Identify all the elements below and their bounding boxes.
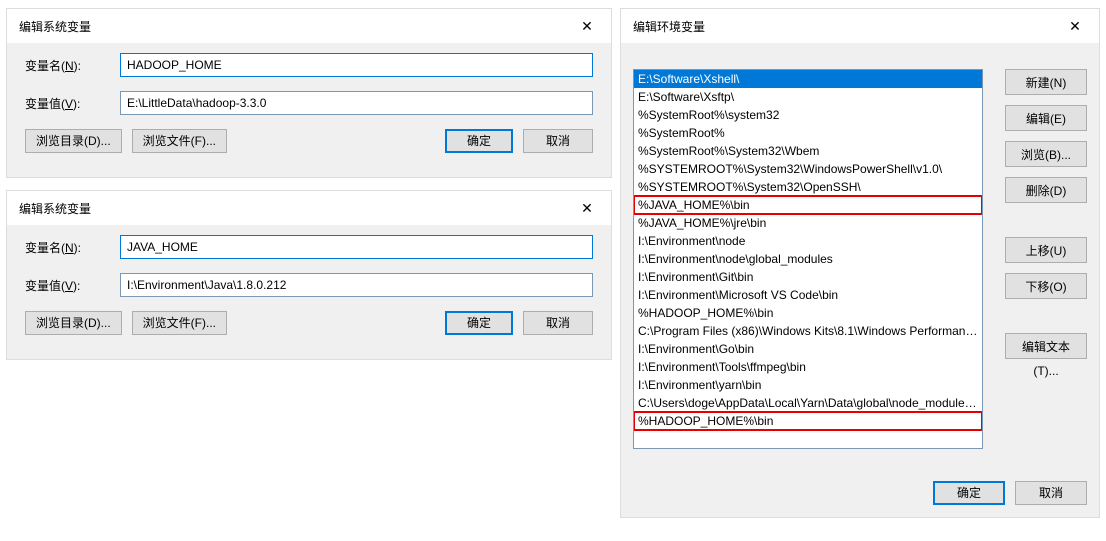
- cancel-button[interactable]: 取消: [523, 311, 593, 335]
- list-item[interactable]: %JAVA_HOME%\jre\bin: [634, 214, 982, 232]
- list-item[interactable]: I:\Environment\Go\bin: [634, 340, 982, 358]
- list-item[interactable]: I:\Environment\Git\bin: [634, 268, 982, 286]
- edit-envvar-dialog: 编辑环境变量 ✕ E:\Software\Xshell\E:\Software\…: [620, 8, 1100, 518]
- close-icon[interactable]: ✕: [571, 15, 603, 37]
- list-item[interactable]: C:\Users\doge\AppData\Local\Yarn\Data\gl…: [634, 394, 982, 412]
- var-value-input[interactable]: [120, 273, 593, 297]
- list-item[interactable]: I:\Environment\node\global_modules: [634, 250, 982, 268]
- edit-button[interactable]: 编辑(E): [1005, 105, 1087, 131]
- browse-file-button[interactable]: 浏览文件(F)...: [132, 129, 227, 153]
- dialog-title: 编辑环境变量: [633, 18, 705, 35]
- titlebar: 编辑系统变量 ✕: [7, 9, 611, 43]
- titlebar: 编辑环境变量 ✕: [621, 9, 1099, 43]
- browse-file-button[interactable]: 浏览文件(F)...: [132, 311, 227, 335]
- var-value-label: 变量值(V):: [25, 95, 120, 112]
- var-name-label: 变量名(N):: [25, 239, 120, 256]
- var-name-label: 变量名(N):: [25, 57, 120, 74]
- list-item[interactable]: I:\Environment\yarn\bin: [634, 376, 982, 394]
- delete-button[interactable]: 删除(D): [1005, 177, 1087, 203]
- dialog-title: 编辑系统变量: [19, 200, 91, 217]
- cancel-button[interactable]: 取消: [523, 129, 593, 153]
- list-item[interactable]: I:\Environment\node: [634, 232, 982, 250]
- movedown-button[interactable]: 下移(O): [1005, 273, 1087, 299]
- close-icon[interactable]: ✕: [571, 197, 603, 219]
- new-button[interactable]: 新建(N): [1005, 69, 1087, 95]
- list-item[interactable]: E:\Software\Xsftp\: [634, 88, 982, 106]
- close-icon[interactable]: ✕: [1059, 15, 1091, 37]
- var-value-label: 变量值(V):: [25, 277, 120, 294]
- moveup-button[interactable]: 上移(U): [1005, 237, 1087, 263]
- edit-sysvar-dialog-2: 编辑系统变量 ✕ 变量名(N): 变量值(V): 浏览目录(D)... 浏览文件…: [6, 190, 612, 360]
- ok-button[interactable]: 确定: [933, 481, 1005, 505]
- dialog-title: 编辑系统变量: [19, 18, 91, 35]
- list-item[interactable]: %JAVA_HOME%\bin: [634, 196, 982, 214]
- list-item[interactable]: %SystemRoot%\system32: [634, 106, 982, 124]
- side-buttons: 新建(N) 编辑(E) 浏览(B)... 删除(D) 上移(U) 下移(O) 编…: [1005, 69, 1087, 369]
- ok-button[interactable]: 确定: [445, 129, 513, 153]
- list-item[interactable]: I:\Environment\Tools\ffmpeg\bin: [634, 358, 982, 376]
- titlebar: 编辑系统变量 ✕: [7, 191, 611, 225]
- edit-sysvar-dialog-1: 编辑系统变量 ✕ 变量名(N): 变量值(V): 浏览目录(D)... 浏览文件…: [6, 8, 612, 178]
- list-item[interactable]: %SYSTEMROOT%\System32\OpenSSH\: [634, 178, 982, 196]
- path-listbox[interactable]: E:\Software\Xshell\E:\Software\Xsftp\%Sy…: [633, 69, 983, 449]
- list-item[interactable]: C:\Program Files (x86)\Windows Kits\8.1\…: [634, 322, 982, 340]
- browse-dir-button[interactable]: 浏览目录(D)...: [25, 129, 122, 153]
- var-name-input[interactable]: [120, 235, 593, 259]
- list-item[interactable]: %HADOOP_HOME%\bin: [634, 304, 982, 322]
- browse-dir-button[interactable]: 浏览目录(D)...: [25, 311, 122, 335]
- list-item[interactable]: E:\Software\Xshell\: [634, 70, 982, 88]
- browse-button[interactable]: 浏览(B)...: [1005, 141, 1087, 167]
- list-item[interactable]: %SystemRoot%: [634, 124, 982, 142]
- cancel-button[interactable]: 取消: [1015, 481, 1087, 505]
- var-value-input[interactable]: [120, 91, 593, 115]
- list-item[interactable]: I:\Environment\Microsoft VS Code\bin: [634, 286, 982, 304]
- list-item[interactable]: %HADOOP_HOME%\bin: [634, 412, 982, 430]
- edittext-button[interactable]: 编辑文本(T)...: [1005, 333, 1087, 359]
- list-item[interactable]: %SystemRoot%\System32\Wbem: [634, 142, 982, 160]
- list-item[interactable]: %SYSTEMROOT%\System32\WindowsPowerShell\…: [634, 160, 982, 178]
- var-name-input[interactable]: [120, 53, 593, 77]
- ok-button[interactable]: 确定: [445, 311, 513, 335]
